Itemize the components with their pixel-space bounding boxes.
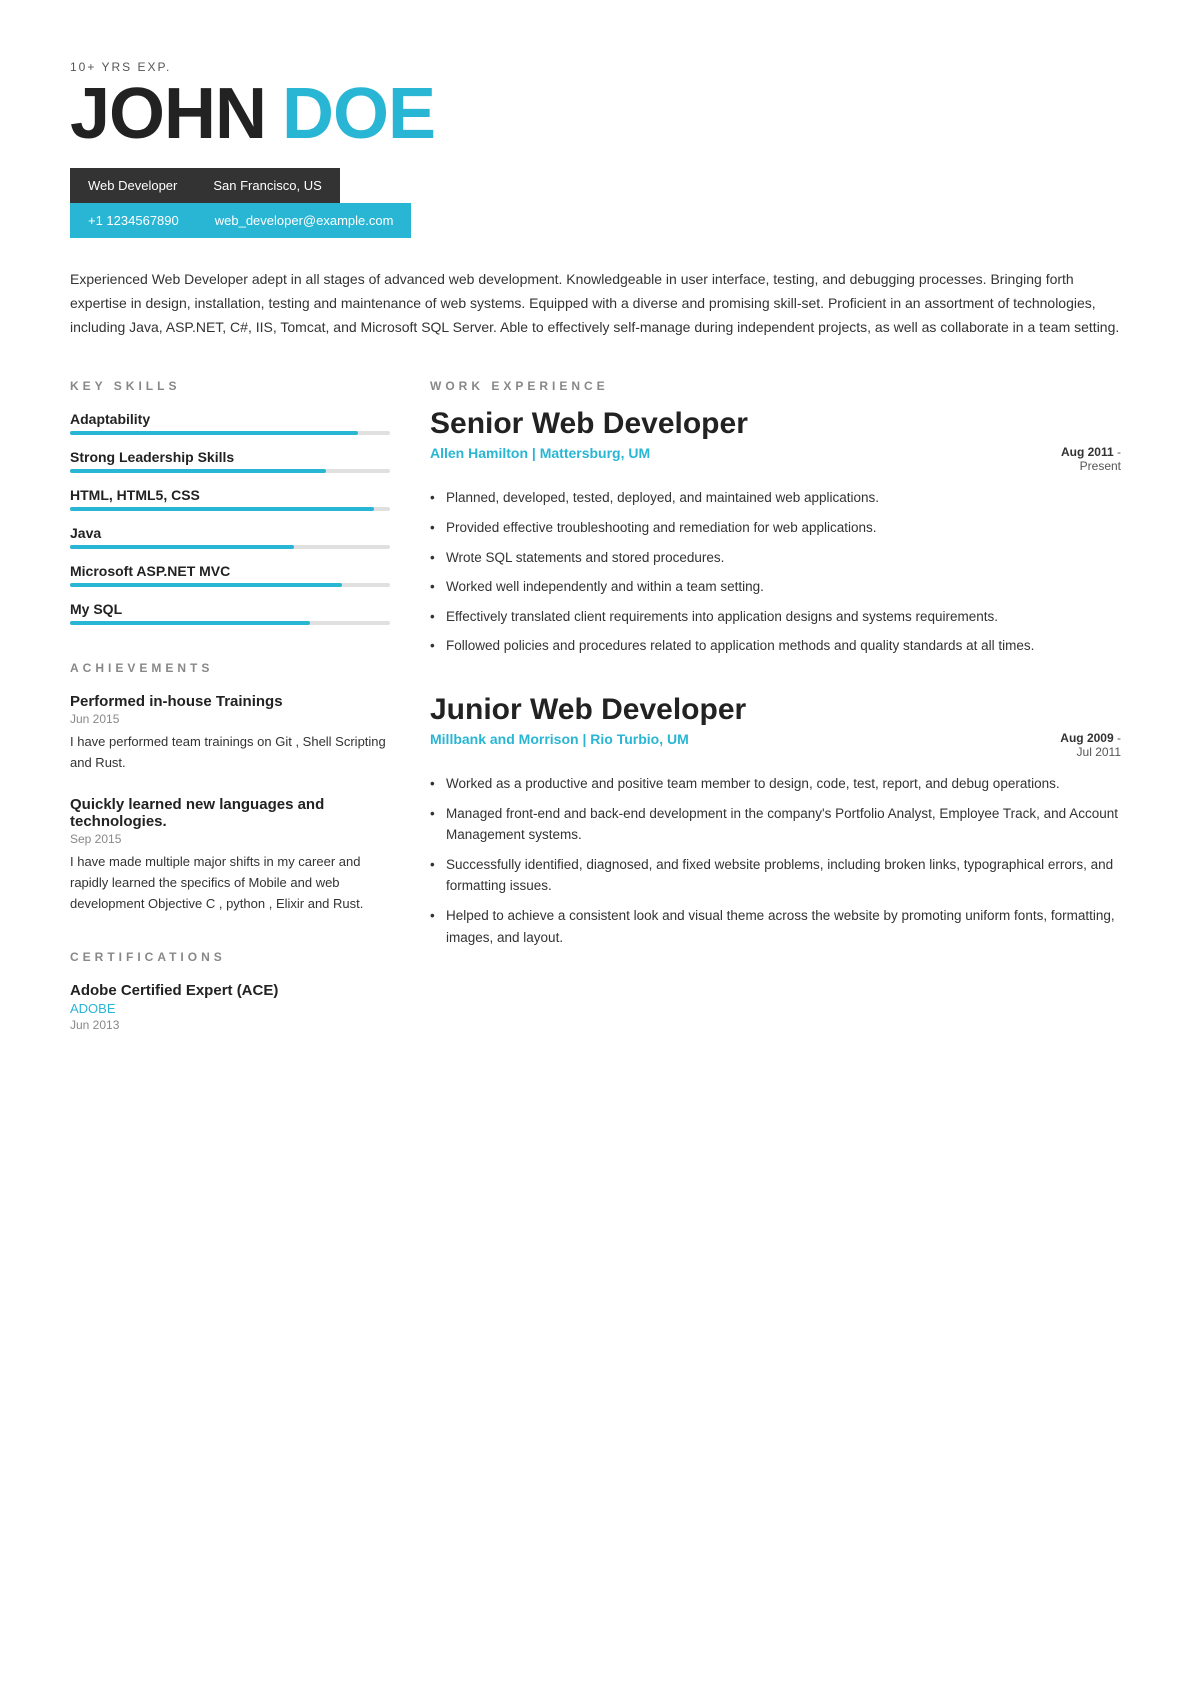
- key-skills-section: KEY SKILLS Adaptability Strong Leadershi…: [70, 379, 390, 625]
- job-block: Senior Web Developer Allen Hamilton | Ma…: [430, 407, 1121, 657]
- cert-title: Adobe Certified Expert (ACE): [70, 982, 390, 999]
- job-date-start: Aug 2011: [1061, 445, 1114, 459]
- skill-name: HTML, HTML5, CSS: [70, 487, 390, 503]
- certifications-section: CERTIFICATIONS Adobe Certified Expert (A…: [70, 950, 390, 1032]
- skill-item: My SQL: [70, 601, 390, 625]
- achievements-section: ACHIEVEMENTS Performed in-house Training…: [70, 661, 390, 914]
- achievements-list: Performed in-house Trainings Jun 2015 I …: [70, 693, 390, 914]
- achievements-title: ACHIEVEMENTS: [70, 661, 390, 675]
- job-bullet: Provided effective troubleshooting and r…: [430, 517, 1121, 539]
- skill-bar-bg: [70, 469, 390, 473]
- job-bullet: Worked as a productive and positive team…: [430, 773, 1121, 795]
- skill-item: Java: [70, 525, 390, 549]
- achievement-title: Performed in-house Trainings: [70, 693, 390, 710]
- skill-bar-fill: [70, 431, 358, 435]
- job-company: Allen Hamilton | Mattersburg, UM: [430, 445, 650, 461]
- skill-name: Microsoft ASP.NET MVC: [70, 563, 390, 579]
- exp-label: 10+ YRS EXP.: [70, 60, 1121, 74]
- skill-bar-fill: [70, 545, 294, 549]
- jobs-list: Senior Web Developer Allen Hamilton | Ma…: [430, 407, 1121, 948]
- skills-list: Adaptability Strong Leadership Skills HT…: [70, 411, 390, 625]
- skill-bar-bg: [70, 583, 390, 587]
- skill-name: My SQL: [70, 601, 390, 617]
- work-experience-title: WORK EXPERIENCE: [430, 379, 1121, 393]
- achievement-desc: I have made multiple major shifts in my …: [70, 852, 390, 914]
- last-name: DOE: [282, 78, 435, 150]
- email-contact: web_developer@example.com: [197, 209, 412, 232]
- job-company: Millbank and Morrison | Rio Turbio, UM: [430, 731, 689, 747]
- skill-item: Strong Leadership Skills: [70, 449, 390, 473]
- job-bullet: Followed policies and procedures related…: [430, 635, 1121, 657]
- job-bullets-list: Worked as a productive and positive team…: [430, 773, 1121, 948]
- job-bullet: Wrote SQL statements and stored procedur…: [430, 547, 1121, 569]
- certifications-title: CERTIFICATIONS: [70, 950, 390, 964]
- location-contact: San Francisco, US: [195, 174, 339, 197]
- job-bullet: Planned, developed, tested, deployed, an…: [430, 487, 1121, 509]
- left-column: KEY SKILLS Adaptability Strong Leadershi…: [70, 379, 390, 1032]
- skill-name: Strong Leadership Skills: [70, 449, 390, 465]
- skill-item: HTML, HTML5, CSS: [70, 487, 390, 511]
- job-bullet: Successfully identified, diagnosed, and …: [430, 854, 1121, 897]
- job-title: Junior Web Developer: [430, 693, 1121, 727]
- job-title: Senior Web Developer: [430, 407, 1121, 441]
- skill-name: Java: [70, 525, 390, 541]
- skill-bar-fill: [70, 507, 374, 511]
- cert-date: Jun 2013: [70, 1018, 390, 1032]
- achievement-desc: I have performed team trainings on Git ,…: [70, 732, 390, 774]
- skill-bar-fill: [70, 621, 310, 625]
- first-name: JOHN: [70, 78, 266, 150]
- skill-name: Adaptability: [70, 411, 390, 427]
- job-bullets-list: Planned, developed, tested, deployed, an…: [430, 487, 1121, 657]
- achievement-date: Sep 2015: [70, 832, 390, 846]
- job-title-contact: Web Developer: [70, 174, 195, 197]
- job-meta: Millbank and Morrison | Rio Turbio, UM A…: [430, 731, 1121, 759]
- key-skills-title: KEY SKILLS: [70, 379, 390, 393]
- certification-item: Adobe Certified Expert (ACE) ADOBE Jun 2…: [70, 982, 390, 1032]
- cert-issuer: ADOBE: [70, 1001, 390, 1016]
- achievement-date: Jun 2015: [70, 712, 390, 726]
- job-bullet: Managed front-end and back-end developme…: [430, 803, 1121, 846]
- skill-bar-fill: [70, 583, 342, 587]
- phone-contact: +1 1234567890: [70, 209, 197, 232]
- job-bullet: Effectively translated client requiremen…: [430, 606, 1121, 628]
- contact-bar: Web Developer San Francisco, US +1 12345…: [70, 168, 1121, 238]
- job-bullet: Helped to achieve a consistent look and …: [430, 905, 1121, 948]
- skill-bar-bg: [70, 507, 390, 511]
- job-block: Junior Web Developer Millbank and Morris…: [430, 693, 1121, 948]
- achievement-item: Performed in-house Trainings Jun 2015 I …: [70, 693, 390, 774]
- skill-bar-bg: [70, 621, 390, 625]
- job-dates: Aug 2011 - Present: [1061, 445, 1121, 473]
- job-dates: Aug 2009 - Jul 2011: [1060, 731, 1121, 759]
- skill-item: Microsoft ASP.NET MVC: [70, 563, 390, 587]
- job-bullet: Worked well independently and within a t…: [430, 576, 1121, 598]
- skill-bar-bg: [70, 545, 390, 549]
- summary-text: Experienced Web Developer adept in all s…: [70, 268, 1120, 339]
- right-column: WORK EXPERIENCE Senior Web Developer All…: [430, 379, 1121, 1032]
- skill-bar-bg: [70, 431, 390, 435]
- achievement-title: Quickly learned new languages and techno…: [70, 796, 390, 830]
- skill-bar-fill: [70, 469, 326, 473]
- achievement-item: Quickly learned new languages and techno…: [70, 796, 390, 914]
- skill-item: Adaptability: [70, 411, 390, 435]
- job-meta: Allen Hamilton | Mattersburg, UM Aug 201…: [430, 445, 1121, 473]
- job-date-start: Aug 2009: [1060, 731, 1113, 745]
- certifications-list: Adobe Certified Expert (ACE) ADOBE Jun 2…: [70, 982, 390, 1032]
